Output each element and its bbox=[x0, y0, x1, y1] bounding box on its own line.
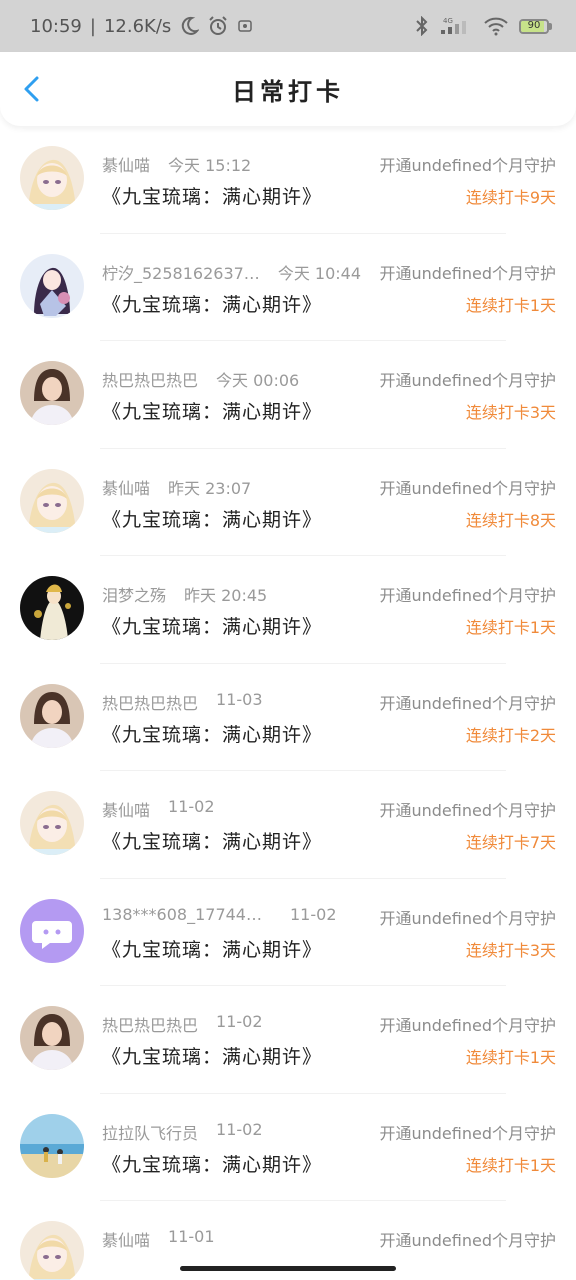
checkin-time: 昨天 23:07 bbox=[168, 478, 252, 498]
checkin-time: 今天 00:06 bbox=[216, 371, 300, 390]
guard-status: 开通undefined个月守护 bbox=[379, 478, 556, 498]
checkin-time: 11-02 bbox=[168, 797, 215, 816]
book-title[interactable]: 《九宝琉璃：满心期许》 bbox=[102, 720, 322, 747]
book-title[interactable]: 《九宝琉璃：满心期许》 bbox=[102, 1042, 322, 1069]
page-header: 日常打卡 bbox=[0, 52, 576, 126]
avatar[interactable] bbox=[20, 146, 84, 210]
avatar[interactable] bbox=[20, 1113, 84, 1178]
status-separator: | bbox=[89, 15, 96, 37]
book-title[interactable]: 《九宝琉璃：满心期许》 bbox=[102, 182, 322, 209]
checkin-item[interactable]: 泪梦之殇 昨天 20:45 《九宝琉璃：满心期许》 开通undefined个月守护连续… bbox=[0, 556, 576, 664]
svg-text:4G: 4G bbox=[443, 17, 453, 25]
bluetooth-icon bbox=[415, 16, 429, 36]
checkin-item[interactable]: 热巴热巴热巴 今天 00:06 《九宝琉璃：满心期许》 开通undefined个月守护… bbox=[0, 341, 576, 449]
user-name[interactable]: 綦仙喵 bbox=[102, 1227, 150, 1251]
wifi-icon bbox=[483, 16, 509, 36]
streak-count: 连续打卡1天 bbox=[465, 1155, 556, 1175]
avatar[interactable] bbox=[20, 791, 84, 855]
avatar[interactable] bbox=[20, 1006, 84, 1070]
streak-count: 连续打卡1天 bbox=[465, 1048, 556, 1067]
avatar[interactable] bbox=[20, 898, 84, 963]
avatar[interactable] bbox=[20, 1221, 84, 1280]
streak-count: 连续打卡8天 bbox=[465, 510, 556, 530]
checkin-item[interactable]: 138***608_177449… 11-02 《九宝琉璃：满心期许》 开通undef… bbox=[0, 879, 576, 987]
streak-count: 连续打卡2天 bbox=[465, 725, 556, 745]
battery-icon: 90 bbox=[519, 18, 552, 34]
checkin-time: 11-01 bbox=[168, 1227, 215, 1246]
notification-app-icon bbox=[237, 18, 253, 34]
user-name[interactable]: 热巴热巴热巴 bbox=[102, 367, 198, 391]
book-title[interactable]: 《九宝琉璃：满心期许》 bbox=[102, 612, 322, 639]
user-name[interactable]: 綦仙喵 bbox=[102, 152, 150, 176]
guard-status: 开通undefined个月守护 bbox=[379, 1123, 556, 1143]
checkin-item[interactable]: 綦仙喵 今天 15:12 《九宝琉璃：满心期许》 开通undefined个月守护连续打… bbox=[0, 126, 576, 234]
checkin-time: 今天 15:12 bbox=[168, 156, 252, 175]
avatar[interactable] bbox=[20, 468, 84, 533]
user-name[interactable]: 拉拉队飞行员 bbox=[102, 1120, 198, 1144]
checkin-item[interactable]: 拉拉队飞行员 11-02 《九宝琉璃：满心期许》 开通undefined个月守护连续打… bbox=[0, 1094, 576, 1202]
chevron-left-icon bbox=[24, 76, 39, 102]
user-name[interactable]: 热巴热巴热巴 bbox=[102, 1012, 198, 1036]
checkin-item[interactable]: 綦仙喵 11-02 《九宝琉璃：满心期许》 开通undefined个月守护连续打卡7天 bbox=[0, 771, 576, 879]
guard-status: 开通undefined个月守护 bbox=[379, 801, 556, 820]
network-speed: 12.6K/s bbox=[103, 15, 172, 37]
checkin-time: 11-02 bbox=[290, 904, 337, 924]
book-title[interactable]: 《九宝琉璃：满心期许》 bbox=[102, 397, 322, 424]
avatar[interactable] bbox=[20, 683, 84, 748]
guard-status: 开通undefined个月守护 bbox=[379, 586, 556, 605]
streak-count: 连续打卡1天 bbox=[465, 295, 556, 315]
moon-icon bbox=[179, 16, 200, 36]
guard-status: 开通undefined个月守护 bbox=[379, 1016, 556, 1035]
checkin-item[interactable]: 热巴热巴热巴 11-03 《九宝琉璃：满心期许》 开通undefined个月守护连续打… bbox=[0, 664, 576, 772]
book-title[interactable]: 《九宝琉璃：满心期许》 bbox=[102, 935, 322, 962]
checkin-item[interactable]: 柠汐_5258162637… 今天 10:44 《九宝琉璃：满心期许》 开通undef… bbox=[0, 234, 576, 342]
streak-count: 连续打卡9天 bbox=[465, 188, 556, 207]
user-name[interactable]: 泪梦之殇 bbox=[102, 582, 166, 606]
user-name[interactable]: 热巴热巴热巴 bbox=[102, 690, 198, 714]
checkin-time: 11-02 bbox=[216, 1119, 263, 1139]
guard-status: 开通undefined个月守护 bbox=[379, 263, 556, 283]
book-title[interactable]: 《九宝琉璃：满心期许》 bbox=[102, 827, 322, 854]
checkin-time: 昨天 20:45 bbox=[184, 586, 268, 605]
book-title[interactable]: 《九宝琉璃：满心期许》 bbox=[102, 505, 322, 532]
avatar[interactable] bbox=[20, 253, 84, 318]
cell-signal-icon: 4G bbox=[439, 16, 473, 36]
book-title[interactable]: 《九宝琉璃：满心期许》 bbox=[102, 1150, 322, 1177]
checkin-item[interactable]: 綦仙喵 昨天 23:07 《九宝琉璃：满心期许》 开通undefined个月守护连续打… bbox=[0, 449, 576, 557]
checkin-item[interactable]: 热巴热巴热巴 11-02 《九宝琉璃：满心期许》 开通undefined个月守护连续打… bbox=[0, 986, 576, 1094]
streak-count: 连续打卡1天 bbox=[465, 618, 556, 637]
avatar[interactable] bbox=[20, 576, 84, 640]
guard-status: 开通undefined个月守护 bbox=[379, 693, 556, 713]
checkin-time: 11-03 bbox=[216, 689, 263, 709]
home-indicator[interactable] bbox=[180, 1266, 396, 1271]
checkin-list: 綦仙喵 今天 15:12 《九宝琉璃：满心期许》 开通undefined个月守护 连续打… bbox=[0, 126, 576, 1280]
checkin-time: 11-02 bbox=[216, 1012, 263, 1031]
user-name[interactable]: 綦仙喵 bbox=[102, 475, 150, 499]
back-button[interactable] bbox=[18, 74, 48, 104]
guard-status: 开通undefined个月守护 bbox=[379, 156, 556, 175]
streak-count: 连续打卡3天 bbox=[465, 940, 556, 960]
guard-status: 开通undefined个月守护 bbox=[379, 1231, 556, 1250]
checkin-time: 今天 10:44 bbox=[277, 263, 362, 283]
status-bar: 10:59 | 12.6K/s 4G 90 bbox=[0, 0, 576, 52]
user-name[interactable]: 柠汐_5258162637… bbox=[102, 260, 260, 284]
book-title[interactable]: 《九宝琉璃：满心期许》 bbox=[102, 290, 322, 317]
alarm-icon bbox=[207, 15, 229, 37]
page-title: 日常打卡 bbox=[232, 77, 344, 106]
avatar[interactable] bbox=[20, 361, 84, 425]
guard-status: 开通undefined个月守护 bbox=[379, 908, 556, 928]
status-time: 10:59 bbox=[30, 15, 82, 37]
battery-level: 90 bbox=[527, 19, 541, 31]
streak-count: 连续打卡7天 bbox=[465, 833, 556, 852]
user-name[interactable]: 綦仙喵 bbox=[102, 797, 150, 821]
streak-count: 连续打卡3天 bbox=[465, 403, 556, 422]
user-name[interactable]: 138***608_177449… bbox=[102, 905, 272, 924]
guard-status: 开通undefined个月守护 bbox=[379, 371, 556, 390]
